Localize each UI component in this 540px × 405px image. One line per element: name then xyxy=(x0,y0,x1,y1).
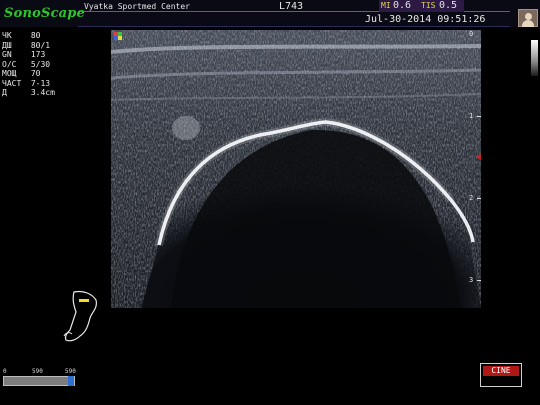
focus-marker-icon[interactable] xyxy=(476,154,481,160)
param-label: ЧАСТ xyxy=(2,78,22,88)
param-label: ДШ xyxy=(2,40,12,50)
header-divider-bottom xyxy=(78,26,510,27)
depth-tick-mark xyxy=(477,198,481,199)
mi-label: MI xyxy=(381,1,391,10)
param-row: GN 173 xyxy=(2,50,55,60)
probe-name: L743 xyxy=(279,1,304,12)
tis-label: TIS xyxy=(421,1,436,10)
depth-label: 2 xyxy=(469,194,474,202)
param-value: 70 xyxy=(30,69,41,78)
datetime: Jul-30-2014 09:51:26 xyxy=(365,14,486,25)
imaging-parameters: ЧК 80 ДШ 80/1 GN 173 О/С 5/30 МОЩ 70 ЧАС… xyxy=(2,31,55,98)
ultrasound-image[interactable] xyxy=(111,30,481,308)
body-mark-arm-icon[interactable] xyxy=(62,288,102,346)
param-label: О/С xyxy=(2,59,17,69)
mi-value: 0.6 xyxy=(393,0,412,11)
scale-track[interactable] xyxy=(3,376,75,386)
cine-button[interactable]: CINE xyxy=(480,363,522,387)
param-value: 7-13 xyxy=(30,78,51,88)
scale-mid-label: 590 xyxy=(32,368,43,375)
depth-label: 3 xyxy=(469,276,474,284)
profile-icon[interactable] xyxy=(518,9,538,27)
tis-value: 0.5 xyxy=(439,0,458,11)
depth-tick-mark xyxy=(477,116,481,117)
brand-logo: SonoScape xyxy=(4,6,86,21)
param-value: 5/30 xyxy=(30,59,51,69)
cine-label: CINE xyxy=(483,366,519,376)
depth-label: 0 xyxy=(469,30,474,38)
output-indices: MI 0.6 TIS 0.5 xyxy=(379,0,464,12)
param-value: 80 xyxy=(30,31,41,40)
param-label: Д xyxy=(2,88,7,97)
param-row: ЧК 80 xyxy=(2,31,55,41)
gray-scale-bar xyxy=(531,40,538,76)
param-label: МОЩ xyxy=(2,69,17,78)
param-value: 3.4cm xyxy=(30,88,55,97)
param-row: МОЩ 70 xyxy=(2,69,55,79)
param-row: О/С 5/30 xyxy=(2,60,55,70)
depth-tick-mark xyxy=(477,280,481,281)
hospital-name: Vyatka Sportmed Center xyxy=(84,2,190,11)
param-value: 173 xyxy=(30,50,46,59)
param-label: ЧК xyxy=(2,31,12,40)
param-row: ЧАСТ 7-13 xyxy=(2,79,55,89)
param-row: ДШ 80/1 xyxy=(2,41,55,51)
param-label: GN xyxy=(2,50,12,59)
param-row: Д 3.4cm xyxy=(2,88,55,98)
param-value: 80/1 xyxy=(30,40,51,50)
depth-label: 1 xyxy=(469,112,474,120)
depth-scale: 0 1 2 3 xyxy=(466,30,486,310)
scale-min-label: 0 xyxy=(3,368,7,375)
cine-scrollbar[interactable]: 0 590 590 xyxy=(2,368,76,388)
scale-max-label: 590 xyxy=(65,368,76,375)
scale-knob[interactable] xyxy=(68,376,74,386)
